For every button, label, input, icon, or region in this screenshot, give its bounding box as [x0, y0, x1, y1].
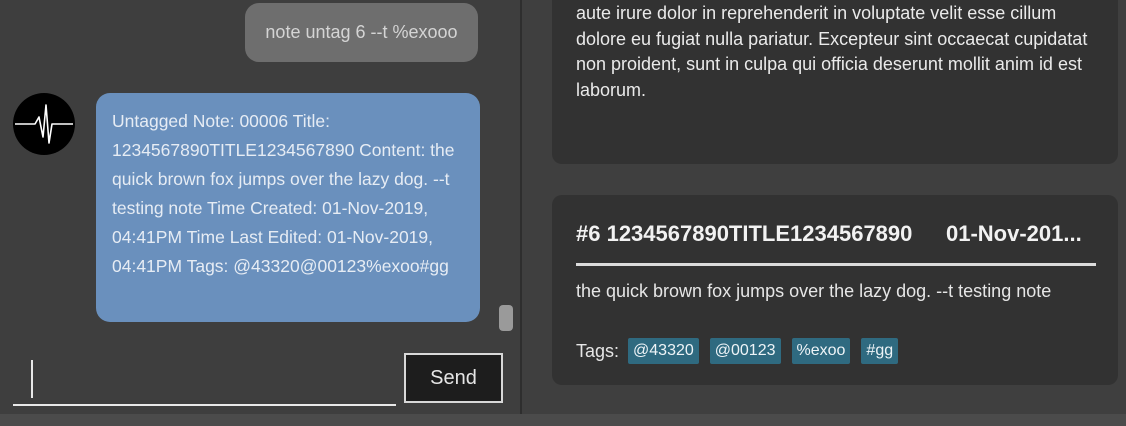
chat-scrollbar-thumb[interactable]	[499, 305, 513, 331]
note-divider	[576, 263, 1096, 266]
note-card-6[interactable]: #6 1234567890TITLE1234567890 01-Nov-201.…	[552, 195, 1118, 385]
send-button-label: Send	[430, 366, 477, 389]
user-message-text: note untag 6 --t %exooo	[265, 22, 458, 42]
note-header: #6 1234567890TITLE1234567890 01-Nov-201.…	[576, 221, 1096, 255]
note-title: #6 1234567890TITLE1234567890	[576, 221, 913, 246]
bot-message-text: Untagged Note: 00006 Title: 1234567890TI…	[112, 111, 455, 276]
tag-chip[interactable]: #gg	[861, 338, 899, 364]
note-date: 01-Nov-201...	[946, 221, 1082, 246]
text-caret	[31, 360, 33, 398]
command-input[interactable]	[13, 352, 396, 406]
status-bar	[0, 414, 1126, 426]
bot-message-bubble: Untagged Note: 00006 Title: 1234567890TI…	[96, 93, 480, 322]
tag-chip[interactable]: %exoo	[791, 338, 851, 364]
note-content: aliqua. Ut enim ad minim veniam, quis no…	[576, 3, 1088, 100]
tags-label: Tags:	[576, 340, 620, 361]
note-content: the quick brown fox jumps over the lazy …	[576, 281, 1052, 301]
tag-chip[interactable]: @43320	[628, 338, 699, 364]
bot-avatar	[13, 93, 75, 155]
user-message-bubble: note untag 6 --t %exooo	[245, 3, 478, 62]
send-button[interactable]: Send	[404, 353, 503, 403]
tag-chip[interactable]: @00123	[709, 338, 781, 364]
note-card[interactable]: aliqua. Ut enim ad minim veniam, quis no…	[552, 0, 1118, 164]
heartbeat-icon	[15, 104, 73, 144]
note-tags: Tags: @43320 @00123 %exoo #gg	[576, 337, 899, 365]
